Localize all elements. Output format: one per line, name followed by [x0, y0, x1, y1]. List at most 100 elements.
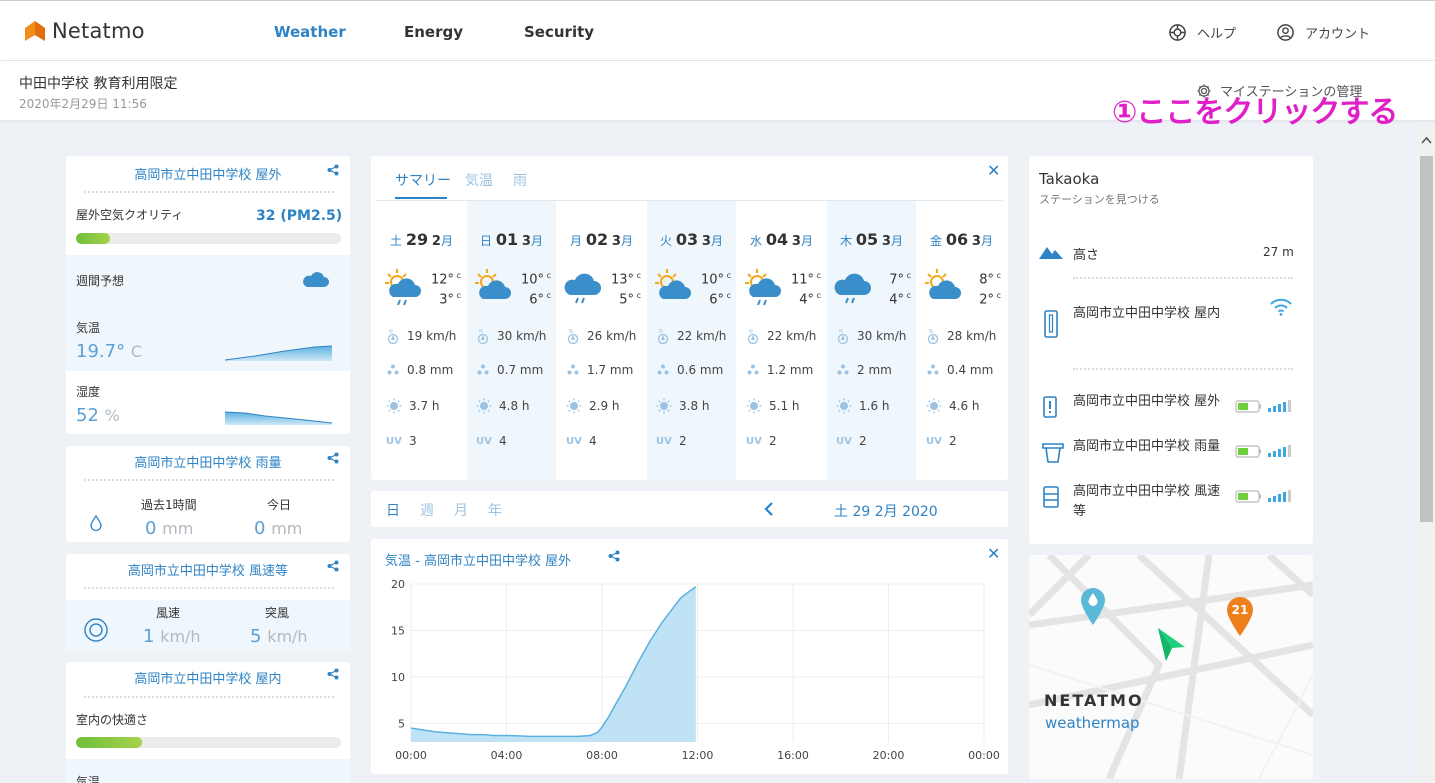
temperature-area	[411, 586, 696, 742]
rain-module-title[interactable]: 高岡市立中田中学校 雨量	[66, 452, 350, 471]
module-name[interactable]: 高岡市立中田中学校 雨量	[1073, 437, 1223, 457]
outdoor-temp-label: 気温	[76, 321, 101, 335]
forecast-rain: 0.8 mm	[386, 363, 453, 377]
partly-cloudy-icon	[925, 269, 961, 299]
wind-speed-value: 1 km/h	[143, 626, 201, 647]
tab-weather[interactable]: Weather	[274, 23, 346, 41]
sun-icon	[656, 398, 672, 414]
forecast-sunshine: 4.8 h	[476, 398, 530, 414]
indoor-module-card: 高岡市立中田中学校 屋内 室内の快適さ 気温	[66, 662, 350, 783]
wind-gust-value: 5 km/h	[250, 626, 308, 647]
module-name[interactable]: 高岡市立中田中学校 屋外	[1073, 392, 1223, 412]
forecast-high: 12°	[431, 272, 455, 288]
sun-icon	[836, 398, 852, 414]
air-quality-value: 32 (PM2.5)	[256, 208, 343, 224]
temperature-chart: 00:00 04:00 08:00 12:00 16:00 20:00 00:00 5 10 15…	[391, 578, 1000, 762]
tab-security[interactable]: Security	[524, 23, 594, 41]
share-icon[interactable]	[327, 452, 339, 464]
battery-icon	[1235, 490, 1291, 503]
rain-today-value: 0 mm	[254, 518, 303, 539]
module-indoor-name[interactable]: 高岡市立中田中学校 屋内	[1073, 299, 1223, 328]
weathermap-card[interactable]: 21 NETATMO weathermap	[1029, 555, 1313, 779]
forecast-day-2: 月 02 3月 13° c 5° c N 26 km/h 1.7 mm 2.9 h UV 4	[557, 201, 646, 480]
user-icon	[1277, 24, 1294, 41]
x-tick-label: 12:00	[682, 749, 714, 762]
forecast-high: 10°	[701, 272, 725, 288]
forecast-day-0: 土 29 2月 12° c 3° c N 19 km/h 0.8 mm 3.7 h UV 3	[377, 201, 466, 480]
wind-direction-icon: N	[927, 329, 939, 344]
indoor-temp-label: 気温	[76, 775, 101, 783]
rain-pin-icon	[1081, 588, 1105, 625]
forecast-low: 6°	[529, 292, 545, 308]
tab-temperature[interactable]: 気温	[465, 170, 493, 190]
forecast-low: 4°	[889, 292, 905, 308]
sun-icon	[746, 398, 762, 414]
y-tick-label: 20	[391, 578, 405, 591]
weathermap-brand: NETATMO	[1044, 691, 1144, 710]
share-icon[interactable]	[327, 164, 339, 176]
forecast-sunshine: 1.6 h	[836, 398, 890, 414]
humidity-sparkline	[225, 411, 332, 425]
module-name[interactable]: 高岡市立中田中学校 風速等	[1073, 482, 1223, 522]
forecast-card: サマリー 気温 雨 ✕ 土 29 2月 12° c 3° c N 19 km/h 0.8 …	[371, 156, 1008, 480]
help-link[interactable]: ヘルプ	[1168, 23, 1236, 42]
partly-sunny-rain-icon	[745, 269, 781, 306]
module-icon	[1042, 486, 1060, 512]
account-label: アカウント	[1305, 27, 1371, 42]
forecast-temps: 12° c 3° c	[431, 271, 461, 308]
forecast-day-6: 金 06 3月 8° c 2° c N 28 km/h 0.4 mm 4.6 h UV 2	[917, 201, 1006, 480]
wind-gauge-icon	[84, 618, 108, 642]
forecast-sunshine: 2.9 h	[566, 398, 620, 414]
scrollbar-thumb[interactable]	[1420, 156, 1433, 522]
altitude-label: 高さ	[1073, 248, 1100, 263]
air-quality-bar	[76, 233, 341, 244]
current-date[interactable]: 土 29 2月 2020	[834, 501, 938, 521]
forecast-date: 日 01 3月	[480, 230, 543, 249]
wind-module-title[interactable]: 高岡市立中田中学校 風速等	[66, 560, 350, 579]
help-label: ヘルプ	[1197, 27, 1237, 42]
tab-summary[interactable]: サマリー	[395, 170, 451, 190]
forecast-date: 火 03 3月	[660, 230, 723, 249]
location-arrow-icon	[1158, 628, 1185, 661]
scroll-up-icon[interactable]	[1421, 136, 1432, 144]
forecast-rain: 0.7 mm	[476, 363, 543, 377]
y-tick-label: 15	[391, 624, 405, 637]
forecast-uv: UV 4	[566, 434, 597, 448]
forecast-uv: UV 2	[656, 434, 687, 448]
forecast-wind: N 22 km/h	[656, 328, 726, 344]
netatmo-logo[interactable]: Netatmo	[24, 19, 145, 43]
forecast-high: 7°	[889, 272, 905, 288]
forecast-temps: 10° c 6° c	[701, 271, 731, 308]
temperature-pin-value: 21	[1231, 603, 1249, 617]
sun-icon	[566, 398, 582, 414]
wind-direction-icon: N	[657, 329, 669, 344]
forecast-sunshine: 5.1 h	[746, 398, 800, 414]
sun-icon	[476, 398, 492, 414]
close-icon[interactable]: ✕	[987, 161, 1000, 180]
outdoor-module-title[interactable]: 高岡市立中田中学校 屋外	[66, 164, 350, 183]
share-icon[interactable]	[327, 560, 339, 572]
account-link[interactable]: アカウント	[1276, 23, 1370, 42]
tab-rain[interactable]: 雨	[513, 170, 527, 190]
x-tick-label: 16:00	[777, 749, 809, 762]
wind-direction-icon: N	[747, 329, 759, 344]
find-stations-link[interactable]: ステーションを見つける	[1039, 191, 1160, 207]
period-year[interactable]: 年	[488, 500, 502, 520]
divider	[1073, 277, 1293, 279]
wind-module-card: 高岡市立中田中学校 風速等 風速 突風 1 km/h 5 km/h	[66, 554, 350, 650]
chevron-left-icon[interactable]	[763, 501, 775, 517]
period-month[interactable]: 月	[454, 500, 468, 520]
forecast-wind: N 28 km/h	[926, 328, 996, 344]
indoor-module-title[interactable]: 高岡市立中田中学校 屋内	[66, 668, 350, 687]
battery-icon	[1235, 445, 1291, 458]
share-icon[interactable]	[327, 668, 339, 680]
period-day[interactable]: 日	[386, 500, 400, 520]
forecast-rain: 2 mm	[836, 363, 892, 377]
period-week[interactable]: 週	[420, 500, 434, 520]
forecast-day-4: 水 04 3月 11° c 4° c N 22 km/h 1.2 mm 5.1 h UV 2	[737, 201, 826, 480]
battery-signal-indicator	[1235, 398, 1295, 417]
forecast-uv: UV 2	[926, 434, 957, 448]
rain-drops-icon	[387, 364, 399, 375]
station-info-card: Takaoka ステーションを見つける 高さ 27 m 高岡市立中田中学校 屋内…	[1029, 156, 1313, 544]
tab-energy[interactable]: Energy	[404, 23, 463, 41]
